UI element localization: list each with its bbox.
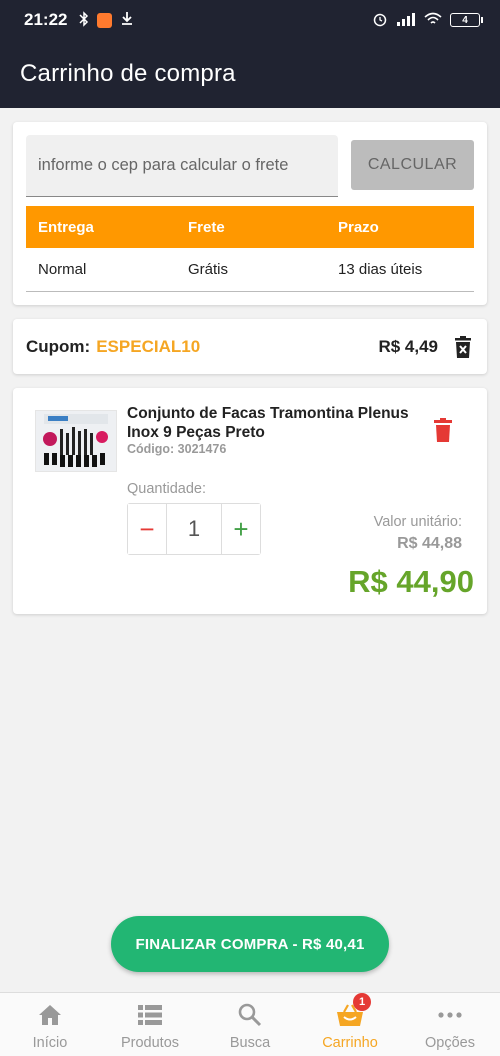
nav-item-carrinho[interactable]: 1 Carrinho [300, 993, 400, 1056]
nav-label-opcoes: Opções [425, 1035, 475, 1051]
decrease-quantity-button[interactable]: − [128, 504, 166, 554]
cart-count-badge: 1 [353, 993, 371, 1011]
cep-input[interactable] [26, 135, 338, 197]
cell-frete: Grátis [188, 261, 229, 278]
product-code: Código: 3021476 [127, 442, 227, 456]
trash-icon[interactable] [433, 418, 455, 444]
coupon-code: ESPECIAL10 [96, 336, 201, 356]
nav-item-busca[interactable]: Busca [200, 993, 300, 1056]
nav-label-busca: Busca [229, 1035, 271, 1051]
unit-price-value: R$ 44,88 [397, 535, 462, 552]
item-total-price: R$ 44,90 [348, 564, 474, 599]
quantity-stepper: − 1 + [127, 503, 261, 555]
unit-price-label: Valor unitário: [373, 514, 462, 530]
shipping-table: Entrega Frete Prazo Normal Grátis 13 dia… [26, 206, 474, 292]
battery-icon: 4 [450, 13, 483, 27]
coupon-card: Cupom: ESPECIAL10 R$ 4,49 [13, 319, 487, 374]
shipping-card: CALCULAR Entrega Frete Prazo Normal Grát… [13, 122, 487, 305]
nav-label-carrinho: Carrinho [322, 1035, 378, 1051]
nav-label-produtos: Produtos [120, 1035, 180, 1051]
search-icon [236, 1001, 264, 1029]
nav-item-inicio[interactable]: Início [0, 993, 100, 1056]
coupon-discount-value: R$ 4,49 [378, 336, 438, 356]
more-icon [436, 1001, 464, 1029]
column-header-frete: Frete [188, 218, 225, 236]
shipping-table-header: Entrega Frete Prazo [26, 206, 474, 248]
home-icon [36, 1001, 64, 1029]
app-notification-icon [97, 12, 113, 28]
bluetooth-icon [79, 10, 89, 30]
alarm-icon [372, 11, 388, 30]
status-time: 21:22 [24, 10, 68, 29]
list-icon [136, 1001, 164, 1029]
cart-item-card: Conjunto de Facas Tramontina Plenus Inox… [13, 388, 487, 614]
column-header-entrega: Entrega [38, 218, 94, 236]
increase-quantity-button[interactable]: + [222, 504, 260, 554]
coupon-label: Cupom: [26, 336, 91, 356]
cell-entrega: Normal [38, 261, 87, 278]
signal-icon [396, 12, 416, 29]
download-icon [120, 10, 134, 30]
checkout-button[interactable]: FINALIZAR COMPRA - R$ 40,41 [111, 916, 389, 972]
app-bar: Carrinho de compra [0, 40, 500, 108]
product-image[interactable] [35, 410, 117, 472]
bottom-nav: Início Produtos Busca 1 Carrinho Opções [0, 992, 500, 1056]
nav-item-produtos[interactable]: Produtos [100, 993, 200, 1056]
quantity-label: Quantidade: [127, 481, 207, 497]
remove-coupon-icon[interactable] [452, 334, 474, 360]
status-bar: 21:22 4 [0, 0, 500, 40]
table-row[interactable]: Normal Grátis 13 dias úteis [26, 248, 474, 292]
page-title: Carrinho de compra [20, 60, 236, 87]
nav-label-inicio: Início [32, 1035, 68, 1051]
nav-item-opcoes[interactable]: Opções [400, 993, 500, 1056]
quantity-value[interactable]: 1 [166, 504, 222, 554]
cell-prazo: 13 dias úteis [338, 261, 423, 278]
calculate-button[interactable]: CALCULAR [351, 140, 474, 190]
wifi-icon [424, 12, 442, 29]
product-name[interactable]: Conjunto de Facas Tramontina Plenus Inox… [127, 404, 417, 442]
column-header-prazo: Prazo [338, 218, 379, 236]
